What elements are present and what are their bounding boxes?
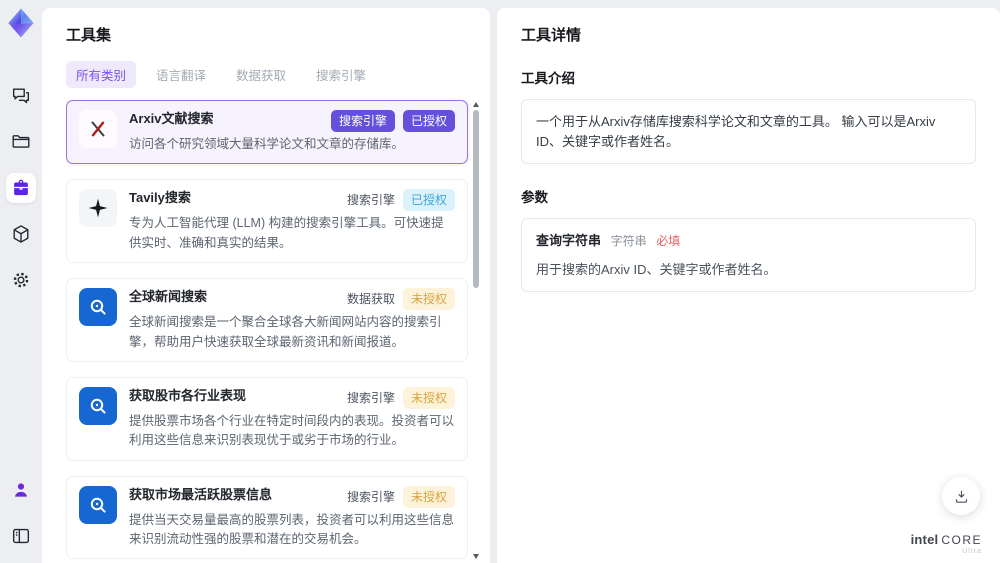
tool-list: Arxiv文献搜索 搜索引擎 已授权 访问各个研究领域大量科学论文和文章的存储库…	[66, 100, 480, 563]
param-header: 查询字符串 字符串 必填	[536, 231, 961, 251]
tool-list-panel: 工具集 所有类别 语言翻译 数据获取 搜索引擎 Arxiv文献搜索 搜索引擎 已…	[42, 8, 490, 563]
arxiv-icon	[79, 110, 117, 148]
tool-card-stock-industry[interactable]: 获取股市各行业表现 搜索引擎 未授权 提供股票市场各个行业在特定时间段内的表现。…	[66, 376, 468, 461]
cube-icon	[13, 225, 29, 243]
blue-search-icon	[79, 386, 117, 425]
category-label: 搜索引擎	[346, 489, 395, 504]
badges: 搜索引擎 已授权	[339, 189, 455, 212]
content-area: 工具集 所有类别 语言翻译 数据获取 搜索引擎 Arxiv文献搜索 搜索引擎 已…	[42, 0, 1000, 563]
category-tabs: 所有类别 语言翻译 数据获取 搜索引擎	[66, 61, 480, 88]
card-head: Arxiv文献搜索 搜索引擎 已授权	[129, 110, 455, 132]
detail-title: 工具详情	[521, 27, 582, 44]
tool-description: 提供股票市场各个行业在特定时间段内的表现。投资者可以利用这些信息来识别表现优于或…	[129, 413, 455, 448]
category-badge: 搜索引擎	[330, 110, 395, 132]
card-head: Tavily搜索 搜索引擎 已授权	[129, 189, 455, 212]
tool-card-arxiv[interactable]: Arxiv文献搜索 搜索引擎 已授权 访问各个研究领域大量科学论文和文章的存储库…	[66, 100, 468, 165]
badges: 搜索引擎 未授权	[339, 386, 455, 409]
panel-layout-icon	[12, 528, 30, 544]
tab-data-acquisition[interactable]: 数据获取	[226, 61, 296, 88]
folder-icon	[12, 135, 30, 148]
scrollbar-thumb[interactable]	[473, 110, 479, 288]
tool-name: Tavily搜索	[129, 190, 191, 206]
diamond-logo-icon	[8, 8, 34, 38]
page-title: 工具集	[66, 27, 112, 44]
tab-language-translation[interactable]: 语言翻译	[146, 61, 216, 88]
nav-chat-button[interactable]	[6, 81, 36, 111]
brand-core: CORE	[941, 533, 982, 547]
tool-description: 全球新闻搜索是一个聚合全球各大新闻网站内容的搜索引擎，帮助用户快速获取全球最新资…	[129, 315, 442, 349]
card-body: 全球新闻搜索 数据获取 未授权 全球新闻搜索是一个聚合全球各大新闻网站内容的搜索…	[129, 288, 455, 352]
tool-name: Arxiv文献搜索	[129, 111, 214, 126]
nav-toolbox-button[interactable]	[6, 173, 36, 203]
download-icon	[955, 490, 967, 503]
chat-icon	[12, 88, 30, 104]
card-head: 全球新闻搜索 数据获取 未授权	[129, 288, 455, 311]
intro-text: 一个用于从Arxiv存储库搜索科学论文和文章的工具。 输入可以是Arxiv ID…	[536, 114, 936, 149]
nav-settings-button[interactable]	[6, 265, 36, 295]
badges: 数据获取 未授权	[339, 288, 455, 311]
app-logo	[3, 5, 39, 41]
nav-packages-button[interactable]	[6, 219, 36, 249]
param-description: 用于搜索的Arxiv ID、关键字或作者姓名。	[536, 261, 777, 277]
toolbox-icon	[14, 179, 28, 196]
scroll-up-arrow-icon[interactable]	[473, 102, 479, 107]
intel-core-logo: intel CORE Ultra	[911, 533, 982, 555]
badges: 搜索引擎 未授权	[339, 485, 455, 508]
tool-description: 访问各个研究领域大量科学论文和文章的存储库。	[129, 137, 405, 151]
tool-description: 专为人工智能代理 (LLM) 构建的搜索引擎工具。可快速提供实时、准确和真实的结…	[129, 216, 444, 250]
status-badge: 未授权	[402, 386, 455, 409]
brand-intel: intel	[910, 532, 939, 547]
tool-name: 全球新闻搜索	[129, 289, 208, 305]
card-head: 获取市场最活跃股票信息 搜索引擎 未授权	[129, 485, 455, 508]
brand-ultra: Ultra	[962, 548, 982, 555]
category-label: 搜索引擎	[346, 390, 395, 405]
category-label: 搜索引擎	[346, 193, 395, 208]
status-badge: 已授权	[402, 189, 455, 212]
param-box: 查询字符串 字符串 必填 用于搜索的Arxiv ID、关键字或作者姓名。	[521, 218, 976, 292]
card-body: 获取股市各行业表现 搜索引擎 未授权 提供股票市场各个行业在特定时间段内的表现。…	[129, 386, 455, 451]
tavily-star-icon	[79, 189, 117, 228]
scrollbar	[472, 100, 480, 563]
tool-card-active-stocks[interactable]: 获取市场最活跃股票信息 搜索引擎 未授权 提供当天交易量最高的股票列表，投资者可…	[66, 475, 468, 560]
status-badge: 未授权	[402, 288, 455, 311]
scroll-down-arrow-icon[interactable]	[473, 554, 479, 559]
nav-files-button[interactable]	[6, 127, 36, 157]
params-heading: 参数	[521, 190, 548, 205]
card-body: Tavily搜索 搜索引擎 已授权 专为人工智能代理 (LLM) 构建的搜索引擎…	[129, 189, 455, 253]
user-icon	[14, 483, 28, 497]
tab-search-engine[interactable]: 搜索引擎	[306, 61, 376, 88]
card-head: 获取股市各行业表现 搜索引擎 未授权	[129, 386, 455, 409]
tool-card-global-news[interactable]: 全球新闻搜索 数据获取 未授权 全球新闻搜索是一个聚合全球各大新闻网站内容的搜索…	[66, 278, 468, 362]
card-body: 获取市场最活跃股票信息 搜索引擎 未授权 提供当天交易量最高的股票列表，投资者可…	[129, 485, 455, 550]
category-label: 数据获取	[346, 292, 395, 307]
intro-heading: 工具介绍	[521, 71, 575, 86]
status-badge: 未授权	[402, 485, 455, 508]
card-body: Arxiv文献搜索 搜索引擎 已授权 访问各个研究领域大量科学论文和文章的存储库…	[129, 110, 455, 154]
tool-name: 获取股市各行业表现	[129, 387, 247, 403]
param-required-badge: 必填	[656, 234, 681, 248]
blue-search-icon	[79, 485, 117, 524]
left-icon-rail	[0, 0, 42, 563]
nav-account-button[interactable]	[6, 475, 36, 505]
badges: 搜索引擎 已授权	[323, 110, 455, 132]
tool-description: 提供当天交易量最高的股票列表，投资者可以利用这些信息来识别流动性强的股票和潜在的…	[129, 512, 455, 546]
blue-search-icon	[79, 288, 117, 327]
status-badge: 已授权	[402, 110, 455, 132]
gear-icon	[13, 272, 29, 288]
param-name: 查询字符串	[536, 233, 602, 248]
tab-all-categories[interactable]: 所有类别	[66, 61, 137, 88]
intro-box: 一个用于从Arxiv存储库搜索科学论文和文章的工具。 输入可以是Arxiv ID…	[521, 99, 976, 164]
nav-panel-toggle-button[interactable]	[6, 521, 36, 551]
download-button[interactable]	[942, 477, 980, 515]
tool-detail-panel: 工具详情 工具介绍 一个用于从Arxiv存储库搜索科学论文和文章的工具。 输入可…	[497, 8, 1000, 563]
tool-card-tavily[interactable]: Tavily搜索 搜索引擎 已授权 专为人工智能代理 (LLM) 构建的搜索引擎…	[66, 179, 468, 264]
param-type: 字符串	[610, 234, 647, 248]
tool-name: 获取市场最活跃股票信息	[129, 486, 273, 502]
